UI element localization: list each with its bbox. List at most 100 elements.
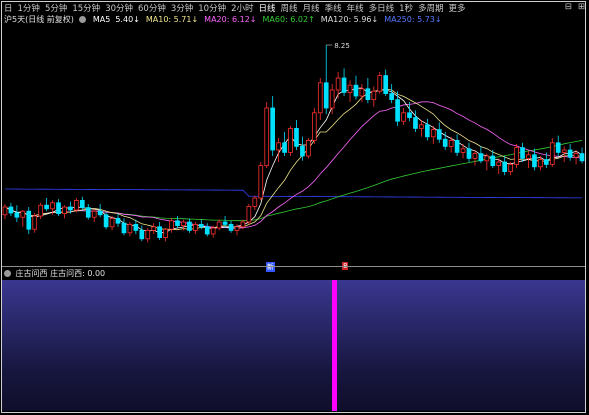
window-control-button[interactable]: ⊟ [565,2,572,12]
period-tab[interactable]: 日线 [259,2,276,14]
candle-body [50,202,55,210]
candle-body [300,146,305,157]
ma-value: MA60: 6.02↑ [262,15,315,24]
candle-body [198,223,204,228]
candle-body [139,229,145,240]
subchart-title[interactable]: 庄古问西 [16,269,48,278]
candle-body [68,206,73,211]
candle-body [478,153,484,162]
candle-body [383,75,389,94]
candle-body [264,107,270,166]
period-tab[interactable]: 2小时 [231,2,253,14]
candle-body [187,221,192,231]
period-tab[interactable]: 60分钟 [138,2,166,14]
settings-icon[interactable] [4,269,13,278]
candle-body [538,159,543,168]
period-tab[interactable]: 10分钟 [198,2,226,14]
candle-body [210,227,216,235]
period-tab[interactable]: 周线 [281,2,298,14]
candle-body [306,140,311,157]
candle-body [377,75,383,92]
candle-body [20,210,26,218]
candle-body [389,93,394,100]
candle-body [561,149,567,153]
period-tab[interactable]: 30分钟 [105,2,133,14]
candle-body [14,212,20,218]
candle-body [579,153,585,162]
candle-body [496,161,502,166]
candle-body [407,112,412,119]
candle-body [276,142,281,151]
candle-body [353,84,359,97]
period-tab[interactable]: 年线 [347,2,364,14]
candle-body [359,88,365,97]
candle-body [74,199,79,211]
candle-body [532,154,537,168]
candle-body [85,207,91,218]
candle-body [484,155,490,162]
candle-body [91,210,97,218]
candle-body [282,142,287,153]
period-tab[interactable]: 3分钟 [171,2,193,14]
window-control-button[interactable]: ⊞ [578,2,585,12]
candle-body [454,140,460,153]
candle-body [121,222,127,234]
candle-body [508,163,513,172]
candle-body [323,82,329,109]
candle-body [2,206,8,216]
candle-body [341,77,347,93]
period-tab[interactable]: 1分钟 [18,2,40,14]
subchart-info: 庄古问西 庄古问西: 0.00 [4,268,105,279]
candle-body [472,153,478,159]
candle-body [228,223,234,231]
candle-body [329,89,335,109]
ma-value: MA250: 5.73↓ [384,15,442,24]
new-tag: 新 [266,262,275,272]
period-tab[interactable]: 15分钟 [72,2,100,14]
candle-body [270,107,276,151]
ma-value: MA120: 5.96↓ [320,15,379,24]
candle-body [103,214,109,228]
period-tab[interactable]: 1秒 [399,2,413,14]
indicator-name[interactable]: MA5 [93,15,110,24]
candle-body [526,154,531,159]
candle-body [490,155,496,167]
period-tab[interactable]: 更多 [449,2,466,14]
candle-body [347,84,353,93]
candle-body [222,221,228,225]
candle-body [145,229,151,240]
candle-body [460,148,466,153]
period-tab[interactable]: 5分钟 [45,2,67,14]
candle-body [413,117,418,129]
candle-body [26,210,32,230]
candle-body [97,210,103,216]
indicator-subpanel[interactable] [2,280,585,411]
candle-body [448,140,454,147]
settings-icon[interactable] [78,15,88,24]
ma-value: MA10: 5.71↓ [145,15,199,24]
candle-body [288,128,293,153]
candle-body [44,204,49,210]
candle-body [79,199,85,208]
candle-body [8,206,14,214]
period-tab[interactable]: 月线 [303,2,320,14]
panel-divider[interactable] [2,266,585,267]
candle-body [62,206,67,214]
period-tab[interactable]: 多周期 [418,2,444,14]
candle-body [514,147,519,165]
candle-body [133,223,139,231]
candle-body [573,153,579,158]
candlestick-chart[interactable]: 8.25 [2,24,585,264]
candle-body [216,221,222,229]
candle-body [549,142,555,165]
candle-body [335,77,341,91]
ma-value: 5.40↓ [115,15,140,24]
period-toolbar: 日 1分钟 5分钟 15分钟 30分钟 60分钟 3分钟 10分钟 2小时 日线 周线 月线 季线 年线多… [4,2,466,14]
candle-body [371,90,377,100]
candle-body [32,215,38,230]
period-tab[interactable]: 多日线 [369,2,395,14]
candle-body [543,159,549,165]
period-tab[interactable]: 季线 [325,2,342,14]
period-tab[interactable]: 日 [4,2,13,14]
candle-body [425,124,430,138]
